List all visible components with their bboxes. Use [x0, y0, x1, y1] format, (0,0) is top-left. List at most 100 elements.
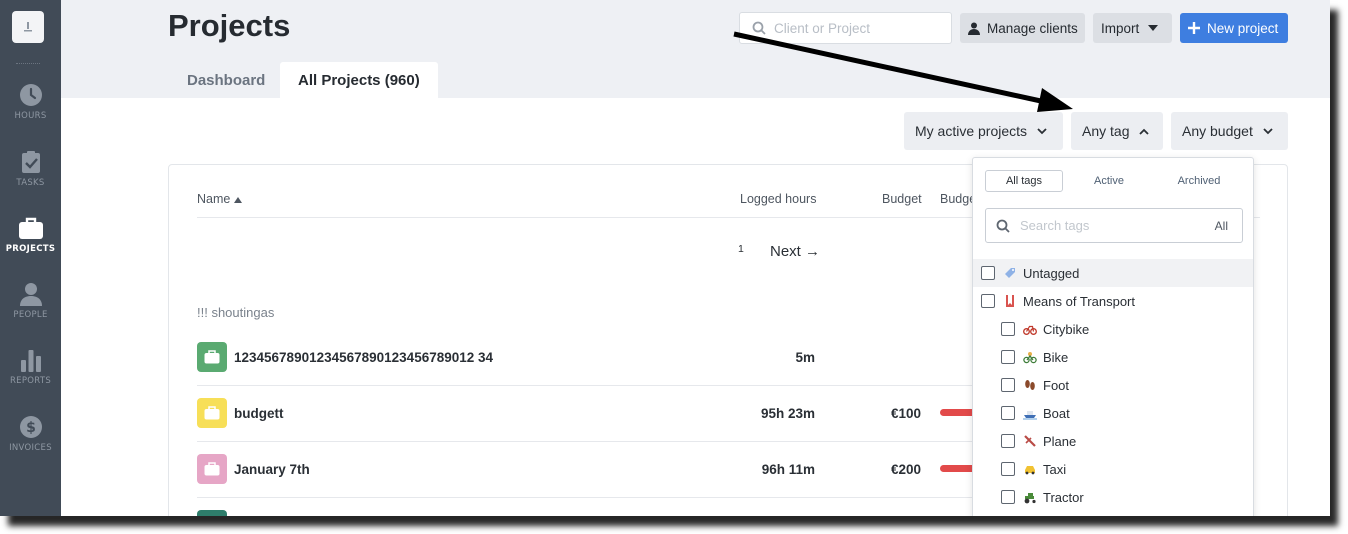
row-divider	[592, 385, 972, 386]
row-divider	[197, 441, 972, 442]
tractor-icon	[1024, 493, 1036, 504]
tag-option-untagged[interactable]: Untagged	[973, 259, 1253, 287]
column-header-logged-hours[interactable]: Logged hours	[740, 192, 816, 206]
search-scope-label[interactable]: All	[1215, 219, 1228, 233]
chevron-up-icon	[1139, 128, 1150, 135]
import-label: Import	[1101, 20, 1140, 36]
sidebar-item-reports[interactable]: REPORTS	[0, 348, 61, 404]
app-window: HOURS TASKS PROJECTS PEOPLE REPORTS $ IN…	[0, 0, 1330, 516]
tag-checkbox[interactable]	[1001, 462, 1015, 476]
sidebar: HOURS TASKS PROJECTS PEOPLE REPORTS $ IN…	[0, 0, 61, 516]
tag-option-bike[interactable]: Bike	[973, 343, 1253, 371]
project-budget: €100	[890, 406, 921, 421]
tab-label: Dashboard	[187, 71, 266, 89]
row-divider	[197, 385, 592, 386]
next-page-link[interactable]: Next →	[770, 243, 820, 260]
tag-label: Foot	[1043, 377, 1070, 393]
tag-option-boat[interactable]: Boat	[973, 399, 1253, 427]
column-header-budget[interactable]: Budget	[882, 192, 922, 206]
search-icon	[996, 219, 1010, 233]
tag-checkbox[interactable]	[1001, 322, 1015, 336]
tag-filter[interactable]: Any tag	[1071, 112, 1163, 150]
sidebar-item-projects[interactable]: PROJECTS	[0, 216, 61, 272]
plane-icon	[1024, 435, 1036, 447]
sidebar-item-tasks[interactable]: TASKS	[0, 150, 61, 206]
sidebar-item-label: PROJECTS	[5, 244, 56, 254]
project-budget: €200	[890, 462, 921, 477]
new-project-label: New project	[1207, 20, 1279, 36]
sort-asc-icon	[233, 197, 242, 203]
import-button[interactable]: Import	[1093, 13, 1172, 43]
project-hours: 5m	[795, 350, 815, 365]
sidebar-divider	[16, 63, 40, 64]
tag-option-taxi[interactable]: Taxi	[973, 455, 1253, 483]
dollar-icon: $	[19, 416, 42, 438]
sidebar-item-invoices[interactable]: $ INVOICES	[0, 415, 61, 471]
tag-checkbox[interactable]	[981, 294, 995, 308]
tag-checkbox[interactable]	[1001, 350, 1015, 364]
tag-option-means-of-transport[interactable]: Means of Transport	[973, 287, 1253, 315]
tag-option-foot[interactable]: Foot	[973, 371, 1253, 399]
sidebar-item-label: PEOPLE	[13, 310, 48, 320]
manage-clients-button[interactable]: Manage clients	[960, 13, 1085, 43]
new-project-button[interactable]: New project	[1180, 13, 1288, 43]
page-number[interactable]: 1	[738, 243, 744, 255]
tag-checkbox[interactable]	[1001, 378, 1015, 392]
tab-all-projects[interactable]: All Projects (960)	[280, 62, 438, 98]
tag-checkbox[interactable]	[1001, 406, 1015, 420]
taxi-icon	[1025, 466, 1035, 475]
column-header-budget-used[interactable]: Budge	[940, 192, 976, 206]
tab-dashboard[interactable]: Dashboard	[169, 62, 283, 98]
tag-option-tractor[interactable]: Tractor	[973, 483, 1253, 511]
project-name[interactable]: budgett	[234, 406, 284, 421]
app-logo[interactable]	[12, 11, 44, 43]
tag-checkbox[interactable]	[1001, 434, 1015, 448]
briefcase-icon	[18, 217, 43, 239]
tag-checkbox[interactable]	[1001, 490, 1015, 504]
chevron-down-icon	[1263, 127, 1273, 134]
tab-archived-tags[interactable]: Archived	[1167, 170, 1231, 192]
tab-label: All Projects (960)	[298, 71, 420, 89]
tab-all-tags[interactable]: All tags	[985, 170, 1063, 192]
tag-icon	[1005, 268, 1015, 278]
tag-option-citybike[interactable]: Citybike	[973, 315, 1253, 343]
manage-clients-label: Manage clients	[987, 20, 1078, 36]
client-group-name: !!! shoutingas	[197, 305, 275, 320]
sidebar-item-label: HOURS	[14, 111, 47, 121]
project-name[interactable]: January 7th	[234, 462, 310, 477]
budget-filter[interactable]: Any budget	[1171, 112, 1288, 150]
bicycle-icon	[1023, 325, 1037, 335]
tag-label: Boat	[1043, 405, 1070, 421]
project-color-icon	[197, 510, 227, 516]
page-title: Projects	[168, 8, 291, 43]
tag-search[interactable]: All	[985, 208, 1243, 243]
person-icon	[968, 22, 980, 35]
projects-filter[interactable]: My active projects	[904, 112, 1063, 150]
clock-icon	[19, 84, 42, 106]
tag-search-input[interactable]	[1020, 218, 1190, 233]
search-input[interactable]	[774, 20, 934, 36]
project-color-icon	[197, 342, 227, 372]
page-header: Projects Manage clients Import New proje…	[61, 0, 1330, 98]
logo-icon	[24, 22, 32, 32]
clipboard-check-icon	[21, 151, 40, 173]
sidebar-item-hours[interactable]: HOURS	[0, 83, 61, 139]
footprints-icon	[1025, 380, 1035, 390]
chevron-down-icon	[1037, 127, 1047, 134]
project-name[interactable]: 12345678901234567890123456789012 34	[234, 350, 493, 365]
tag-checkbox[interactable]	[981, 266, 995, 280]
tag-label: Taxi	[1043, 461, 1067, 477]
sidebar-item-people[interactable]: PEOPLE	[0, 282, 61, 338]
tab-active-tags[interactable]: Active	[1081, 170, 1137, 192]
sidebar-item-label: INVOICES	[9, 443, 52, 453]
project-search[interactable]	[739, 12, 952, 44]
briefcase-icon	[204, 350, 220, 364]
briefcase-icon	[204, 406, 220, 420]
tag-option-plane[interactable]: Plane	[973, 427, 1253, 455]
column-header-name[interactable]: Name	[197, 192, 242, 206]
sidebar-item-label: TASKS	[16, 178, 45, 188]
tag-dropdown: All tags Active Archived All Untagged Me…	[972, 157, 1254, 516]
bookmark-icon	[1006, 295, 1014, 307]
tag-label: Tractor	[1043, 489, 1084, 505]
tag-filter-label: Any tag	[1082, 123, 1130, 139]
